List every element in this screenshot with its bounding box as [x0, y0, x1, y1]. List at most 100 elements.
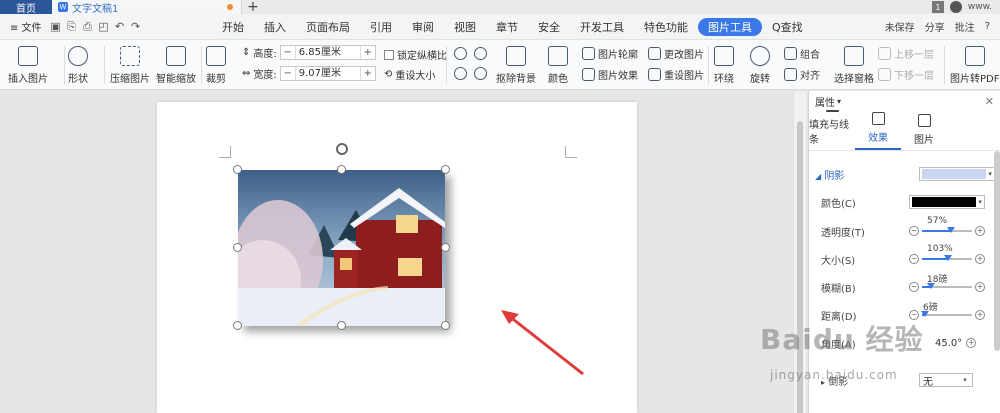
picture-outline-button[interactable]: 图片轮廓 — [582, 46, 638, 61]
minus-icon[interactable]: − — [909, 282, 919, 292]
width-increase-button[interactable]: + — [361, 68, 375, 79]
slider-knob[interactable] — [944, 255, 952, 261]
tab-search[interactable]: Q查找 — [762, 18, 813, 36]
compress-button[interactable]: 压缩图片 — [110, 46, 150, 85]
slider-track[interactable] — [922, 283, 972, 289]
tab-picture[interactable]: 图片 — [901, 111, 947, 150]
plus-icon[interactable]: + — [966, 338, 977, 348]
slider-track[interactable] — [922, 227, 972, 233]
shadow-preset-select[interactable]: ▾ — [919, 167, 995, 181]
tab-view[interactable]: 视图 — [444, 18, 486, 36]
resize-handle-nw[interactable] — [233, 165, 242, 174]
redo-icon[interactable]: ↷ — [130, 20, 142, 33]
resize-handle-e[interactable] — [441, 243, 450, 252]
resize-handle-n[interactable] — [337, 165, 346, 174]
tab-developer[interactable]: 开发工具 — [570, 18, 634, 36]
panel-scrollbar[interactable] — [994, 151, 1000, 351]
picture-effect-button[interactable]: 图片效果 — [582, 67, 638, 82]
comment-button[interactable]: 批注 — [955, 19, 975, 34]
resize-handle-ne[interactable] — [441, 165, 450, 174]
to-pdf-button[interactable]: 图片转PDF — [950, 46, 999, 85]
shadow-color-select[interactable]: ▾ — [909, 195, 985, 209]
change-picture-button[interactable]: 更改图片 — [648, 46, 704, 61]
selected-picture[interactable] — [238, 170, 445, 326]
group-button[interactable]: 组合 — [784, 46, 820, 61]
share-button[interactable]: 分享 — [925, 19, 945, 34]
insert-picture-button[interactable]: 插入图片 — [8, 46, 48, 85]
resize-handle-w[interactable] — [233, 243, 242, 252]
unsaved-button[interactable]: 未保存 — [885, 19, 915, 34]
height-increase-button[interactable]: + — [361, 47, 375, 58]
contrast-down-button[interactable] — [474, 67, 487, 80]
plus-icon[interactable]: + — [975, 226, 985, 236]
window-count-badge[interactable]: 1 — [931, 1, 944, 13]
blur-slider[interactable]: − + 18磅 — [909, 275, 985, 292]
shadow-section-header[interactable]: ◢ 阴影 ▾ — [809, 165, 995, 183]
lock-ratio-checkbox[interactable]: 锁定纵横比 — [384, 47, 447, 62]
undo-icon[interactable]: ↶ — [114, 20, 126, 33]
slider-track[interactable] — [922, 255, 972, 261]
tab-picture-tools[interactable]: 图片工具 — [698, 17, 762, 36]
tab-home[interactable]: 首页 — [0, 0, 52, 15]
document-area[interactable] — [0, 91, 790, 413]
slider-knob[interactable] — [946, 227, 955, 233]
align-button[interactable]: 对齐 — [784, 67, 820, 82]
minus-icon[interactable]: − — [909, 254, 919, 264]
brightness-up-button[interactable] — [454, 47, 467, 60]
reset-size-button[interactable]: ⟲ 重设大小 — [384, 67, 435, 82]
tab-review[interactable]: 审阅 — [402, 18, 444, 36]
color-button[interactable]: 颜色 — [548, 46, 568, 85]
angle-field[interactable]: 45.0° + — [935, 338, 977, 349]
avatar[interactable] — [949, 1, 962, 13]
size-slider[interactable]: − + 103% — [909, 244, 985, 264]
save-icon[interactable]: ▣ — [50, 20, 62, 33]
rotate-button[interactable]: 旋转 — [750, 46, 770, 85]
width-input[interactable]: 9.07厘米 — [294, 67, 361, 80]
close-icon[interactable]: ✕ — [985, 95, 994, 108]
smart-zoom-button[interactable]: 智能缩放 — [156, 46, 196, 85]
plus-icon[interactable]: + — [975, 282, 985, 292]
tab-document[interactable]: W 文字文稿1 — [52, 0, 242, 15]
reset-picture-button[interactable]: 重设图片 — [648, 67, 704, 82]
tab-insert[interactable]: 插入 — [254, 18, 296, 36]
tab-sections[interactable]: 章节 — [486, 18, 528, 36]
crop-button[interactable]: 裁剪 — [206, 46, 226, 85]
resize-handle-s[interactable] — [337, 321, 346, 330]
tab-start[interactable]: 开始 — [212, 18, 254, 36]
height-input[interactable]: 6.85厘米 — [294, 46, 361, 59]
document-page[interactable] — [157, 102, 637, 413]
selection-pane-button[interactable]: 选择窗格 — [834, 46, 874, 85]
tab-special[interactable]: 特色功能 — [634, 18, 698, 36]
format-painter-icon[interactable]: ⎘ — [66, 20, 78, 33]
print-icon[interactable]: ⎙ — [82, 20, 94, 33]
help-button[interactable]: ? — [985, 21, 990, 32]
shape-button[interactable]: 形状 — [68, 46, 88, 85]
brightness-down-button[interactable] — [454, 67, 467, 80]
resize-handle-sw[interactable] — [233, 321, 242, 330]
rotate-handle-icon[interactable] — [336, 143, 348, 155]
tab-effects[interactable]: 效果 — [855, 111, 901, 150]
slider-track[interactable] — [921, 311, 972, 317]
remove-background-button[interactable]: 抠除背景 — [496, 46, 536, 85]
user-name[interactable]: www. — [968, 2, 992, 12]
send-backward-button[interactable]: 下移一层 — [878, 67, 934, 82]
reflection-select[interactable]: 无 ▾ — [919, 373, 973, 388]
tab-fill-line[interactable]: 填充与线条 — [809, 110, 855, 150]
transparency-slider[interactable]: − + 57% — [909, 216, 985, 236]
width-decrease-button[interactable]: − — [281, 68, 295, 79]
tab-references[interactable]: 引用 — [360, 18, 402, 36]
tab-security[interactable]: 安全 — [528, 18, 570, 36]
tab-page-layout[interactable]: 页面布局 — [296, 18, 360, 36]
plus-icon[interactable]: + — [975, 310, 985, 320]
wrap-button[interactable]: 环绕 — [714, 46, 734, 85]
angle-input[interactable]: 45.0° — [935, 338, 962, 349]
contrast-up-button[interactable] — [474, 47, 487, 60]
preview-icon[interactable]: ◰ — [98, 20, 110, 33]
file-menu[interactable]: ≡ 文件 — [10, 19, 42, 34]
plus-icon[interactable]: + — [975, 254, 985, 264]
minus-icon[interactable]: − — [909, 226, 919, 236]
height-decrease-button[interactable]: − — [281, 47, 295, 58]
new-tab-button[interactable]: + — [242, 0, 264, 15]
resize-handle-se[interactable] — [441, 321, 450, 330]
bring-forward-button[interactable]: 上移一层 — [878, 46, 934, 61]
